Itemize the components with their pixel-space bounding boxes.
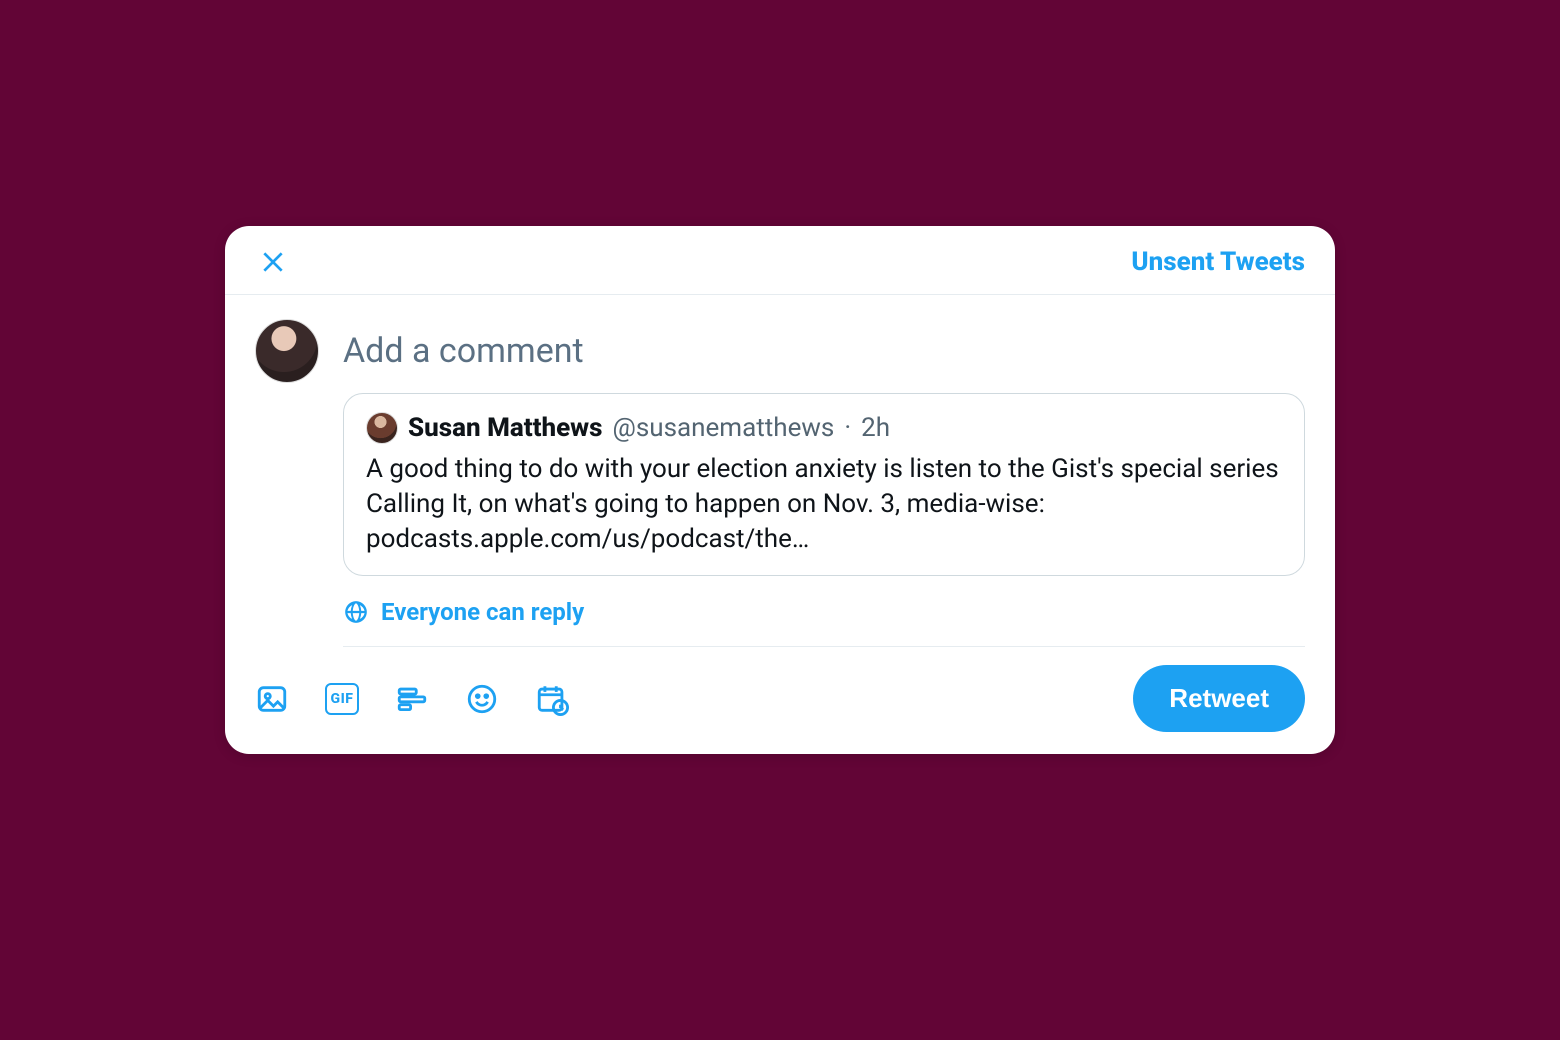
unsent-tweets-link[interactable]: Unsent Tweets xyxy=(1131,247,1305,277)
quoted-author-handle: @susanematthews xyxy=(613,413,835,443)
compose-toolbar: GIF Retweet xyxy=(225,647,1335,754)
comment-input[interactable] xyxy=(343,319,1305,393)
globe-icon xyxy=(343,599,369,625)
retweet-button[interactable]: Retweet xyxy=(1133,665,1305,732)
schedule-button[interactable] xyxy=(535,682,569,716)
compose-body: Susan Matthews @susanematthews · 2h A go… xyxy=(225,295,1335,646)
toolbar-icons: GIF xyxy=(255,682,569,716)
poll-icon xyxy=(395,682,429,716)
content-column: Susan Matthews @susanematthews · 2h A go… xyxy=(325,319,1305,646)
compose-modal: Unsent Tweets Susan Matthews @susanematt… xyxy=(225,226,1335,754)
modal-header: Unsent Tweets xyxy=(225,226,1335,295)
gif-button[interactable]: GIF xyxy=(325,682,359,716)
quoted-tweet[interactable]: Susan Matthews @susanematthews · 2h A go… xyxy=(343,393,1305,576)
media-button[interactable] xyxy=(255,682,289,716)
quoted-text: A good thing to do with your election an… xyxy=(366,452,1282,557)
reply-setting-label: Everyone can reply xyxy=(381,598,584,626)
close-icon xyxy=(260,249,286,275)
reply-setting[interactable]: Everyone can reply xyxy=(343,576,1305,646)
emoji-button[interactable] xyxy=(465,682,499,716)
poll-button[interactable] xyxy=(395,682,429,716)
quoted-author-name: Susan Matthews xyxy=(408,413,603,443)
close-button[interactable] xyxy=(255,244,291,280)
image-icon xyxy=(255,682,289,716)
gif-icon: GIF xyxy=(325,683,359,715)
emoji-icon xyxy=(465,682,499,716)
quoted-separator: · xyxy=(844,413,851,443)
user-avatar[interactable] xyxy=(255,319,319,383)
quoted-avatar xyxy=(366,412,398,444)
avatar-column xyxy=(255,319,325,646)
schedule-icon xyxy=(535,682,569,716)
quoted-timestamp: 2h xyxy=(861,413,890,443)
quoted-header: Susan Matthews @susanematthews · 2h xyxy=(366,412,1282,444)
